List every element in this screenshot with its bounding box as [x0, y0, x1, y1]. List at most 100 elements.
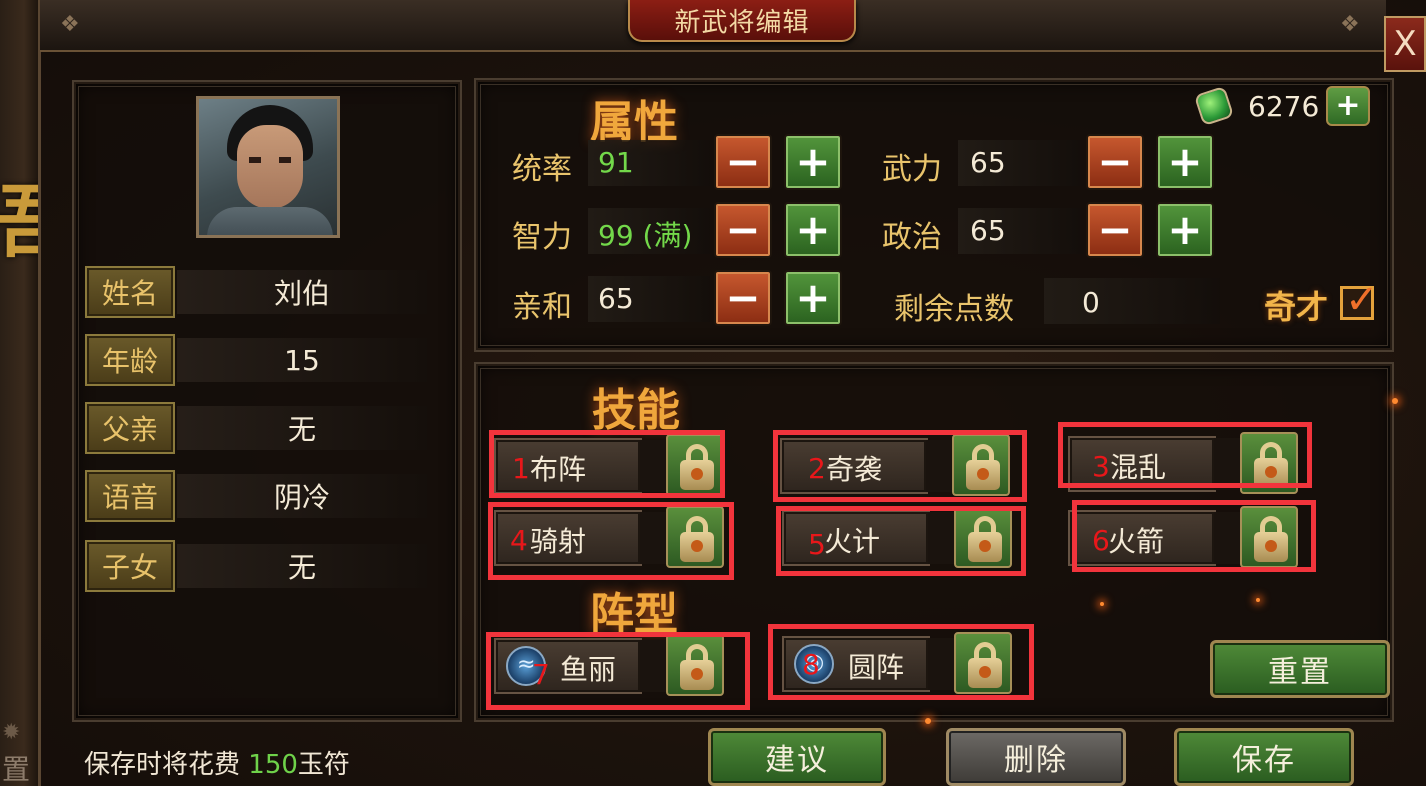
stat-label-charm: 亲和	[512, 290, 572, 325]
stat-value-politics: 65	[970, 214, 1006, 247]
lock-button[interactable]	[954, 506, 1012, 568]
stat-label-force: 武力	[882, 152, 942, 187]
skill-name: 骑射	[530, 525, 587, 558]
skill-slot[interactable]: 3 混乱	[1068, 432, 1300, 494]
politics-minus-button[interactable]: −	[1086, 202, 1144, 258]
skill-name: 布阵	[530, 453, 587, 486]
force-minus-button[interactable]: −	[1086, 134, 1144, 190]
stat-label-politics: 政治	[882, 220, 942, 255]
minus-icon: −	[725, 205, 761, 254]
formation-name: 圆阵	[848, 651, 905, 684]
info-row-age[interactable]: 年龄 15	[85, 334, 427, 386]
dialog-title: 新武将编辑	[674, 7, 810, 38]
stat-label-command: 统率	[512, 152, 572, 187]
background-side-text: 置	[2, 753, 31, 786]
formation-title: 阵型	[590, 589, 678, 640]
stat-value-charm: 65	[598, 282, 634, 315]
formation-number: 8	[802, 648, 820, 681]
skill-number: 4	[510, 524, 528, 557]
lock-button[interactable]	[666, 506, 724, 568]
age-value[interactable]: 15	[177, 338, 427, 382]
lock-button[interactable]	[666, 434, 724, 496]
talent-label: 奇才	[1264, 288, 1329, 326]
check-icon: ✓	[1345, 277, 1379, 323]
charm-minus-button[interactable]: −	[714, 270, 772, 326]
father-value[interactable]: 无	[177, 406, 427, 450]
stat-value-intelligence: 99 (满)	[598, 219, 693, 252]
command-minus-button[interactable]: −	[714, 134, 772, 190]
close-button[interactable]: X	[1384, 16, 1426, 72]
save-cost-amount: 150	[248, 750, 298, 780]
force-plus-button[interactable]: +	[1156, 134, 1214, 190]
ember-particle	[1100, 602, 1104, 606]
talent-checkbox[interactable]: ✓	[1340, 277, 1379, 323]
stat-field	[1044, 278, 1220, 324]
save-cost-text: 保存时将花费 150玉符	[84, 750, 350, 780]
skill-slot[interactable]: 6 火箭	[1068, 506, 1300, 568]
info-row-voice[interactable]: 语音 阴冷	[85, 470, 427, 522]
charm-plus-button[interactable]: +	[784, 270, 842, 326]
stat-label-intelligence: 智力	[512, 220, 572, 255]
skills-title: 技能	[592, 385, 680, 436]
info-row-children[interactable]: 子女 无	[85, 540, 427, 592]
formation-slot[interactable]: ≈ 7 鱼丽	[494, 634, 726, 696]
lock-button[interactable]	[952, 434, 1010, 496]
skill-name: 混乱	[1110, 451, 1167, 484]
ember-particle	[1256, 598, 1260, 602]
save-button[interactable]: 保存	[1174, 728, 1354, 786]
delete-button[interactable]: 删除	[946, 728, 1126, 786]
plus-icon: +	[795, 137, 831, 186]
intelligence-minus-button[interactable]: −	[714, 202, 772, 258]
ornament-icon: ❖	[60, 12, 80, 37]
ornament-icon: ❖	[1340, 12, 1360, 37]
name-value[interactable]: 刘伯	[177, 270, 427, 314]
plus-icon: +	[1167, 205, 1203, 254]
lock-button[interactable]	[1240, 432, 1298, 494]
info-label: 父亲	[85, 402, 175, 454]
info-label: 子女	[85, 540, 175, 592]
skill-number: 1	[512, 452, 530, 485]
add-currency-button[interactable]: +	[1326, 86, 1370, 126]
close-icon: X	[1393, 24, 1417, 64]
info-row-name[interactable]: 姓名 刘伯	[85, 266, 427, 318]
plus-icon: +	[1167, 137, 1203, 186]
formation-slot[interactable]: ◎ 8 圆阵	[782, 632, 1014, 694]
skill-slot[interactable]: 4 骑射	[494, 506, 726, 568]
plus-icon: +	[795, 205, 831, 254]
voice-value[interactable]: 阴冷	[177, 474, 427, 518]
intelligence-plus-button[interactable]: +	[784, 202, 842, 258]
plus-icon: +	[1335, 88, 1361, 123]
command-plus-button[interactable]: +	[784, 134, 842, 190]
politics-plus-button[interactable]: +	[1156, 202, 1214, 258]
info-label: 姓名	[85, 266, 175, 318]
lock-button[interactable]	[666, 634, 724, 696]
minus-icon: −	[725, 273, 761, 322]
lock-button[interactable]	[1240, 506, 1298, 568]
info-row-father[interactable]: 父亲 无	[85, 402, 427, 454]
general-portrait[interactable]	[196, 96, 340, 238]
skill-name: 火计	[824, 525, 881, 558]
minus-icon: −	[1097, 137, 1133, 186]
children-value[interactable]: 无	[177, 544, 427, 588]
ember-particle	[1392, 398, 1398, 404]
currency-value: 6276	[1248, 90, 1320, 123]
gear-icon: ✹	[2, 720, 21, 745]
minus-icon: −	[1097, 205, 1133, 254]
skill-name: 火箭	[1108, 525, 1165, 558]
background-scene: 吾 ✹ 置	[0, 0, 72, 786]
skill-slot[interactable]: 5 火计	[782, 506, 1014, 568]
formation-name: 鱼丽	[560, 653, 617, 686]
remaining-points-label: 剩余点数	[894, 292, 1014, 327]
skill-name: 奇袭	[826, 453, 883, 486]
skill-number: 3	[1092, 450, 1110, 483]
skill-slot[interactable]: 2 奇袭	[780, 434, 1012, 496]
suggest-button[interactable]: 建议	[708, 728, 886, 786]
info-label: 语音	[85, 470, 175, 522]
formation-number: 7	[532, 658, 550, 691]
skill-slot[interactable]: 1 布阵	[494, 434, 726, 496]
stat-value-command: 91	[598, 146, 634, 179]
skill-number: 2	[808, 452, 826, 485]
minus-icon: −	[725, 137, 761, 186]
reset-button[interactable]: 重置	[1210, 640, 1390, 698]
lock-button[interactable]	[954, 632, 1012, 694]
